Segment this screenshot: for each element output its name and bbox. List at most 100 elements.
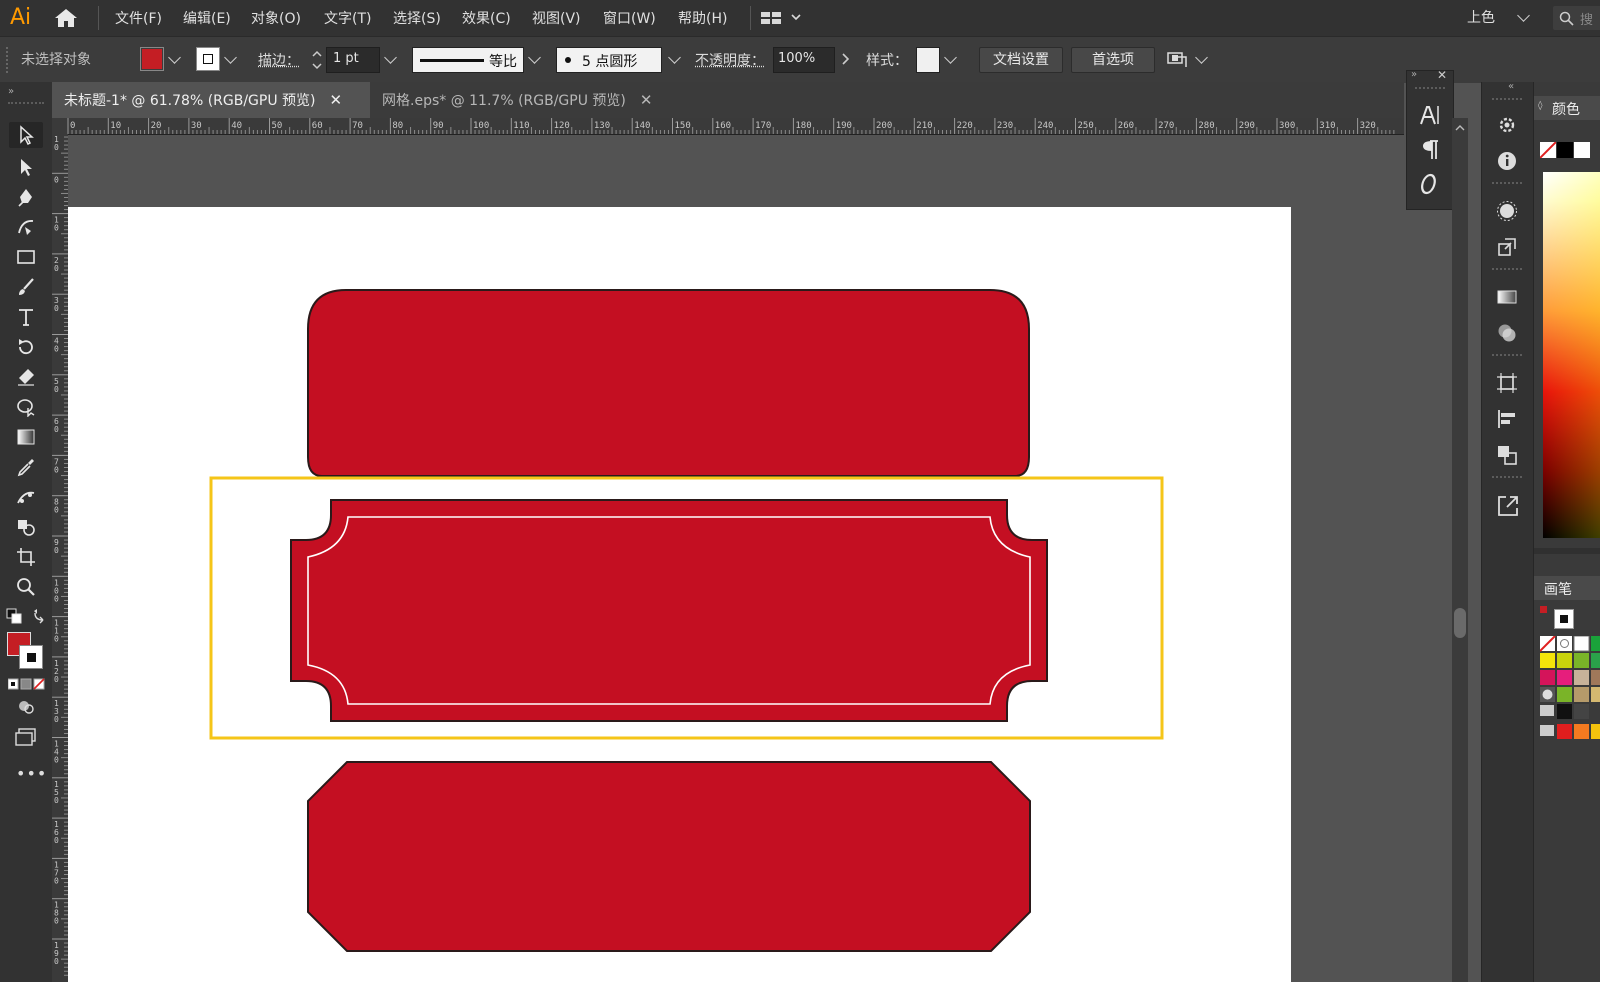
swap-fill-stroke-icon[interactable] bbox=[32, 608, 48, 628]
color-panel-header[interactable]: ◊ 颜色 bbox=[1534, 96, 1600, 120]
grip-handle[interactable] bbox=[6, 47, 11, 73]
curvature-tool-icon[interactable] bbox=[9, 214, 43, 240]
eraser-tool-icon[interactable] bbox=[9, 364, 43, 390]
rotate-tool-icon[interactable] bbox=[9, 334, 43, 360]
paragraph-icon[interactable] bbox=[1421, 139, 1441, 165]
align-icon[interactable] bbox=[1496, 408, 1518, 434]
scroll-thumb[interactable] bbox=[1454, 608, 1466, 638]
collapse-toolbar-icon[interactable]: » bbox=[8, 86, 14, 97]
stroke-weight-input[interactable]: 1 pt bbox=[326, 47, 380, 73]
document-setup-button[interactable]: 文档设置 bbox=[979, 47, 1063, 73]
export-icon[interactable] bbox=[1496, 494, 1520, 522]
graphic-style-swatch[interactable] bbox=[916, 47, 940, 73]
opentype-icon[interactable] bbox=[1421, 172, 1441, 200]
grip-handle[interactable] bbox=[8, 102, 44, 104]
menu-view[interactable]: 视图(V) bbox=[532, 8, 581, 28]
brush-panel-header[interactable]: 画笔 bbox=[1534, 576, 1600, 600]
menu-object[interactable]: 对象(O) bbox=[251, 8, 301, 28]
color-spectrum[interactable] bbox=[1543, 172, 1600, 538]
gradient-tool-icon[interactable] bbox=[9, 424, 43, 450]
type-tool-icon[interactable] bbox=[9, 304, 43, 330]
tab-grid-eps[interactable]: 网格.eps* @ 11.7% (RGB/GPU 预览) ✕ bbox=[370, 82, 680, 118]
stroke-profile-select[interactable]: 等比 bbox=[412, 47, 524, 73]
color-mode-icons[interactable] bbox=[8, 678, 46, 694]
chevron-down-icon[interactable] bbox=[668, 51, 681, 64]
panel-toggle-icon[interactable]: ◊ bbox=[1538, 101, 1542, 111]
rectangle-tool-icon[interactable] bbox=[9, 244, 43, 270]
close-icon[interactable]: ✕ bbox=[1437, 68, 1447, 82]
expand-panel-icon[interactable]: » bbox=[1411, 69, 1417, 80]
symbols-icon[interactable] bbox=[1496, 200, 1518, 226]
screen-mode-icon[interactable] bbox=[9, 724, 43, 750]
gradient-panel-icon[interactable] bbox=[1496, 286, 1518, 312]
stroke-label[interactable]: 描边： bbox=[258, 50, 300, 70]
chevron-down-icon[interactable] bbox=[224, 51, 237, 64]
scroll-up-icon[interactable] bbox=[1455, 124, 1465, 132]
pen-tool-icon[interactable] bbox=[9, 184, 43, 210]
close-icon[interactable]: ✕ bbox=[330, 91, 343, 109]
menu-type[interactable]: 文字(T) bbox=[324, 8, 371, 28]
workspace-switcher[interactable]: 上色 bbox=[1467, 7, 1495, 27]
direct-selection-tool-icon[interactable] bbox=[9, 154, 43, 180]
appearance-icon[interactable] bbox=[1496, 114, 1518, 140]
stroke-stepper[interactable] bbox=[311, 47, 323, 73]
chamfered-rectangle-shape[interactable] bbox=[308, 762, 1030, 951]
artboard-tool-icon[interactable] bbox=[9, 544, 43, 570]
grip-handle[interactable] bbox=[1492, 268, 1522, 270]
info-icon[interactable] bbox=[1496, 150, 1518, 176]
fill-swatch[interactable] bbox=[140, 47, 164, 71]
blend-tool-icon[interactable] bbox=[9, 484, 43, 510]
chevron-down-icon[interactable] bbox=[1195, 51, 1208, 64]
symbol-sprayer-tool-icon[interactable] bbox=[9, 514, 43, 540]
grip-handle[interactable] bbox=[1492, 476, 1522, 478]
opacity-label[interactable]: 不透明度： bbox=[695, 50, 765, 70]
asset-export-icon[interactable] bbox=[1496, 236, 1518, 262]
grip-handle[interactable] bbox=[1492, 354, 1522, 356]
rounded-rectangle-shape[interactable] bbox=[308, 290, 1029, 476]
grip-handle[interactable] bbox=[1492, 182, 1522, 184]
none-swatch[interactable] bbox=[1540, 142, 1556, 162]
vertical-scrollbar[interactable] bbox=[1452, 118, 1468, 982]
home-icon[interactable] bbox=[54, 8, 78, 32]
transparency-icon[interactable] bbox=[1496, 322, 1518, 348]
fill-mini-indicator[interactable] bbox=[1540, 606, 1547, 613]
menu-edit[interactable]: 编辑(E) bbox=[183, 8, 231, 28]
opacity-input[interactable]: 100% bbox=[773, 47, 835, 73]
grip-handle[interactable] bbox=[1415, 87, 1445, 89]
stroke-color-indicator[interactable] bbox=[19, 645, 43, 669]
chevron-right-icon[interactable] bbox=[840, 51, 850, 71]
menu-help[interactable]: 帮助(H) bbox=[678, 8, 727, 28]
collapse-dock-icon[interactable]: « bbox=[1508, 81, 1514, 92]
eyedropper-tool-icon[interactable] bbox=[9, 454, 43, 480]
preferences-button[interactable]: 首选项 bbox=[1071, 47, 1155, 73]
close-icon[interactable]: ✕ bbox=[640, 91, 653, 109]
inverted-corner-shape[interactable] bbox=[291, 500, 1047, 721]
menu-effect[interactable]: 效果(C) bbox=[462, 8, 511, 28]
chevron-down-icon[interactable] bbox=[384, 51, 397, 64]
white-swatch[interactable] bbox=[1574, 142, 1590, 158]
pathfinder-icon[interactable] bbox=[1496, 444, 1518, 470]
default-fill-stroke-icon[interactable] bbox=[6, 608, 22, 628]
grip-handle[interactable] bbox=[1492, 98, 1522, 100]
transform-icon[interactable] bbox=[1496, 372, 1518, 398]
arrange-icon[interactable] bbox=[1166, 49, 1190, 75]
menu-select[interactable]: 选择(S) bbox=[393, 8, 441, 28]
menu-file[interactable]: 文件(F) bbox=[115, 8, 162, 28]
chevron-down-icon[interactable] bbox=[1517, 9, 1530, 22]
chevron-down-icon[interactable] bbox=[168, 51, 181, 64]
shape-builder-tool-icon[interactable] bbox=[9, 394, 43, 420]
search-input[interactable]: 搜 bbox=[1553, 6, 1600, 30]
menu-window[interactable]: 窗口(W) bbox=[603, 8, 656, 28]
chevron-down-icon[interactable] bbox=[944, 51, 957, 64]
selection-tool-icon[interactable] bbox=[9, 122, 43, 148]
canvas[interactable] bbox=[68, 135, 1404, 982]
zoom-tool-icon[interactable] bbox=[9, 574, 43, 600]
character-icon[interactable] bbox=[1419, 103, 1443, 131]
paintbrush-tool-icon[interactable] bbox=[9, 274, 43, 300]
more-tools-icon[interactable]: ••• bbox=[16, 764, 47, 783]
black-swatch[interactable] bbox=[1557, 142, 1573, 158]
tab-untitled-1[interactable]: 未标题-1* @ 61.78% (RGB/GPU 预览) ✕ bbox=[52, 82, 370, 118]
brush-select[interactable]: 5 点圆形 bbox=[556, 47, 662, 73]
chevron-down-icon[interactable] bbox=[528, 51, 541, 64]
stroke-mini-indicator[interactable] bbox=[1554, 609, 1574, 629]
